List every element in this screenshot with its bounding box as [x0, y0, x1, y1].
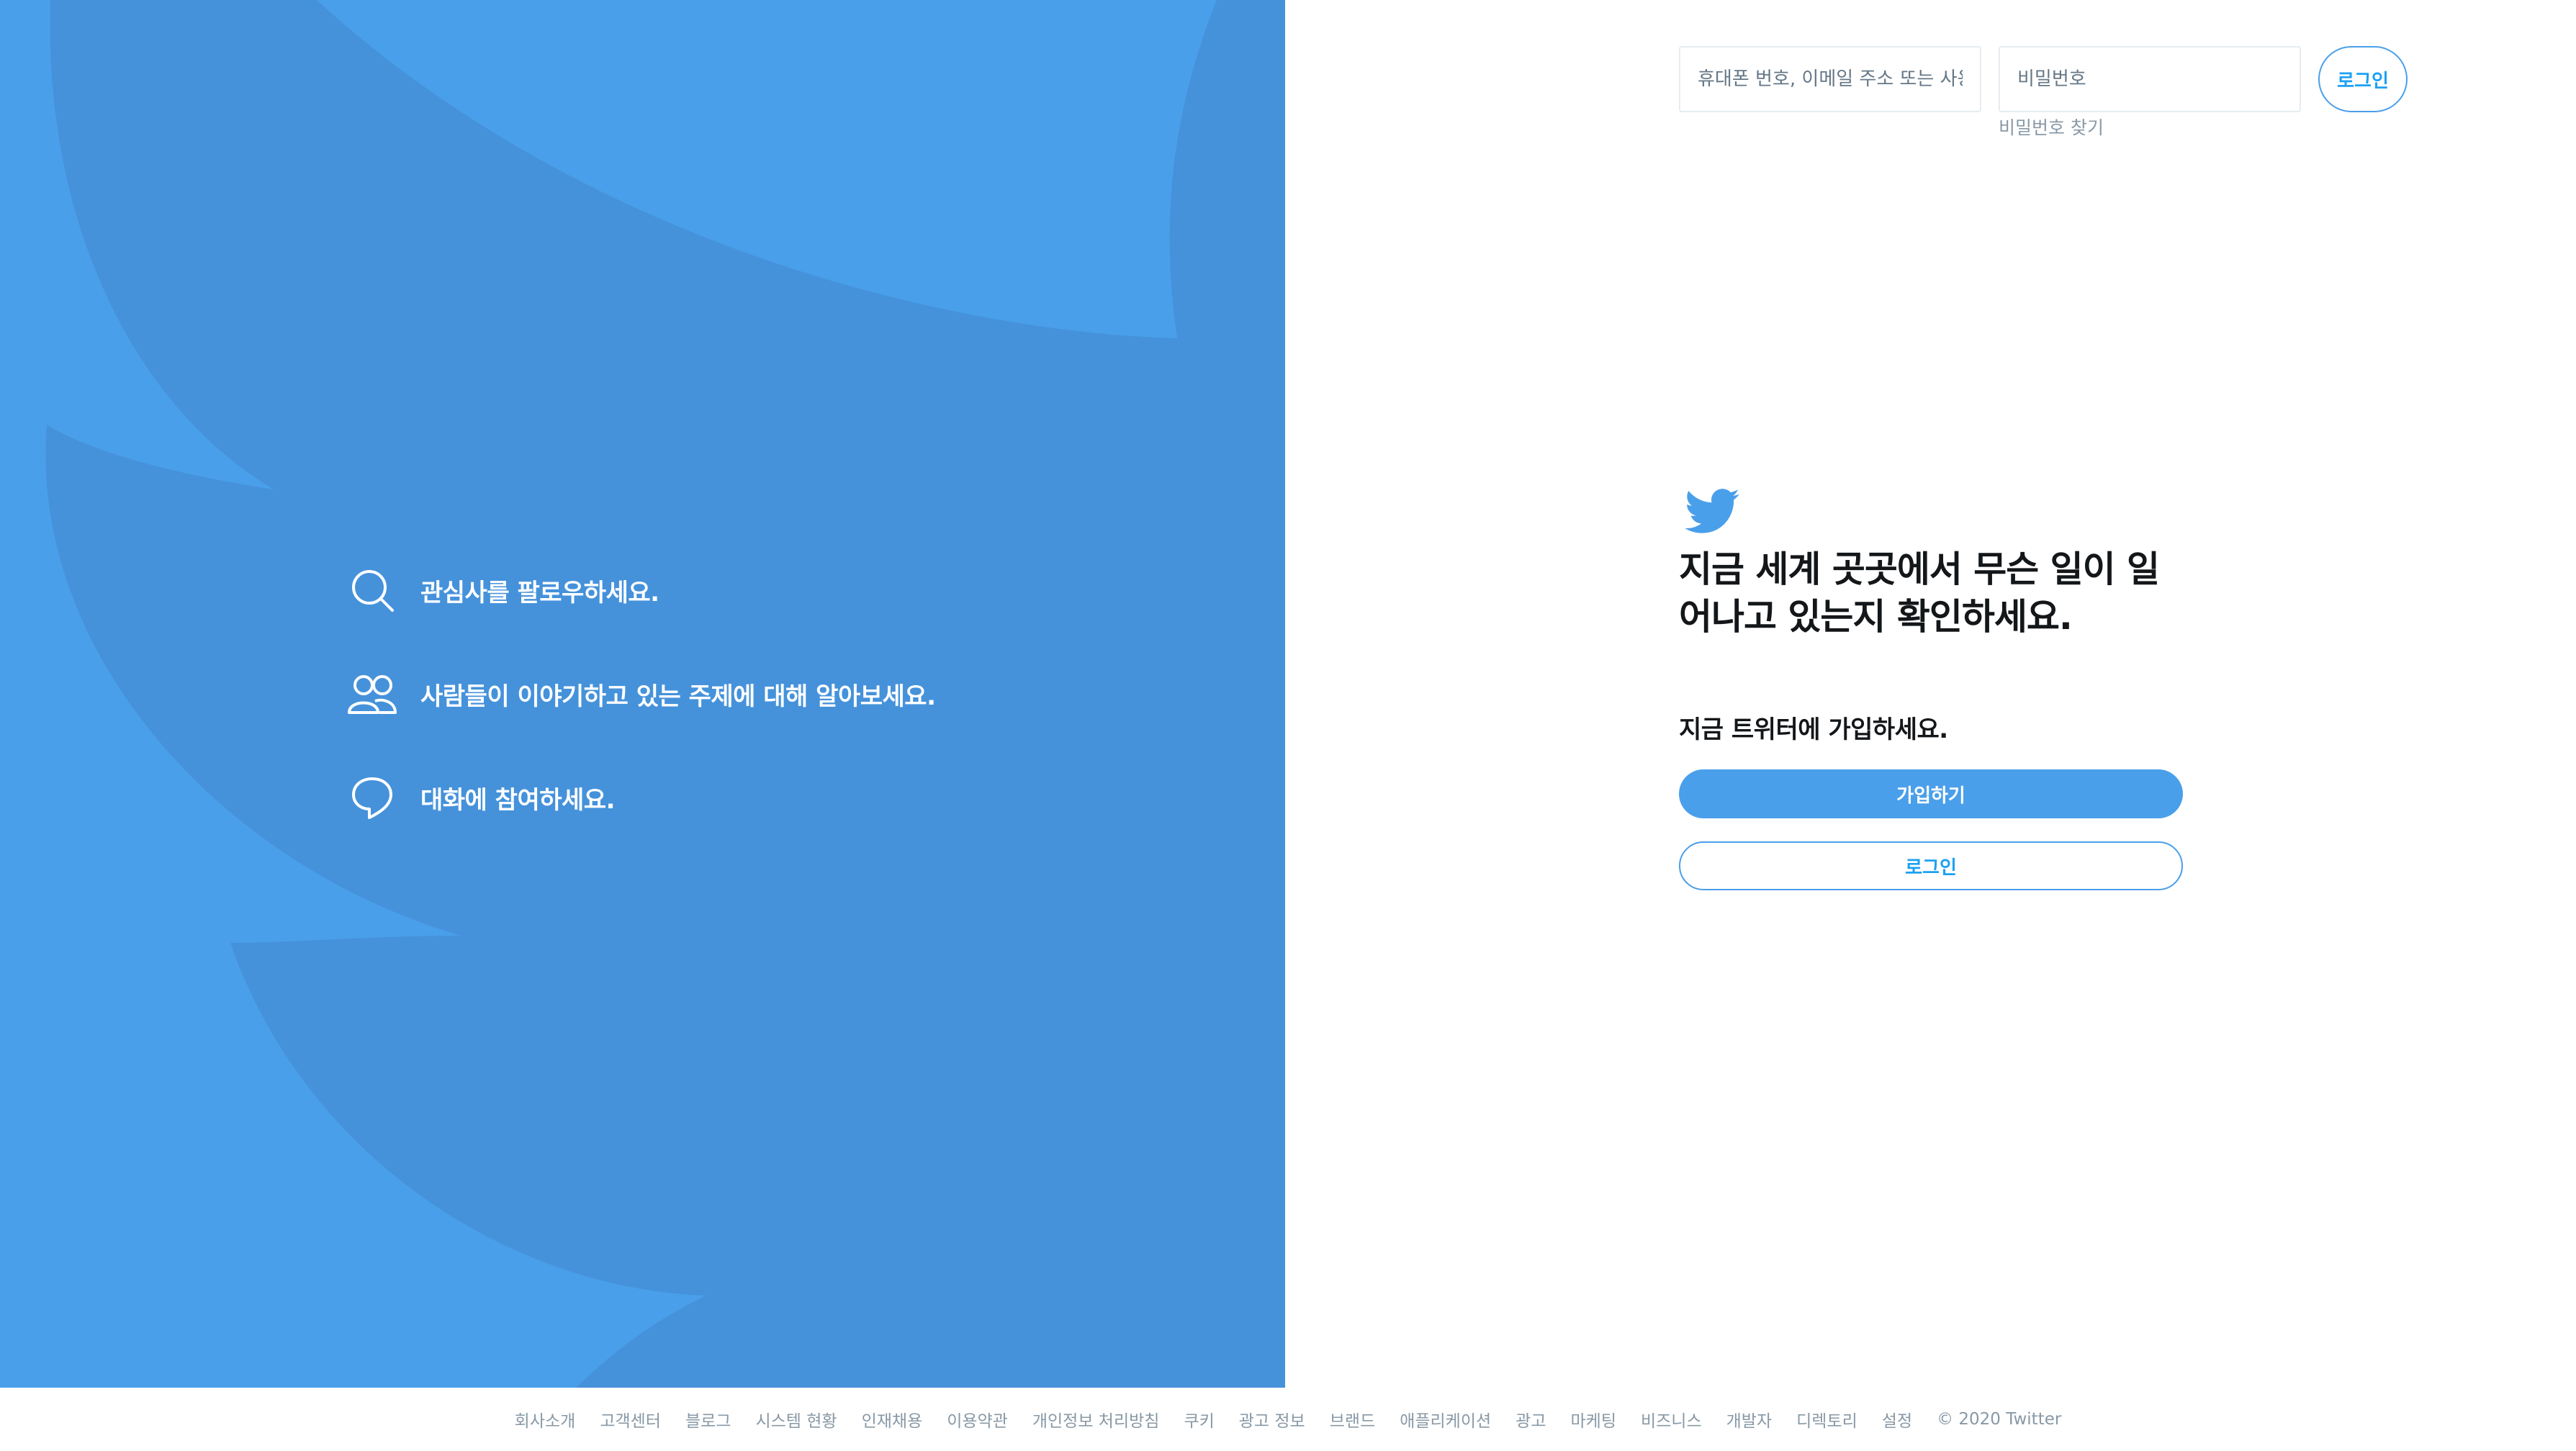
password-input[interactable] — [1999, 46, 2301, 112]
footer-link-marketing[interactable]: 마케팅 — [1571, 1407, 1616, 1432]
twitter-bird-icon — [1679, 482, 1744, 540]
search-icon — [346, 564, 399, 617]
footer-link-help-center[interactable]: 고객센터 — [600, 1407, 661, 1432]
footer-link-blog[interactable]: 블로그 — [685, 1407, 731, 1432]
footer-link-advertise[interactable]: 광고 — [1516, 1407, 1546, 1432]
footer: 회사소개 고객센터 블로그 시스템 현황 인재채용 이용약관 개인정보 처리방침… — [0, 1388, 2576, 1451]
footer-link-settings[interactable]: 설정 — [1882, 1407, 1912, 1432]
footer-link-privacy[interactable]: 개인정보 처리방침 — [1032, 1407, 1160, 1432]
username-field-wrap — [1679, 46, 1981, 112]
signup-button[interactable]: 가입하기 — [1679, 769, 2183, 818]
footer-link-ads-info[interactable]: 광고 정보 — [1239, 1407, 1305, 1432]
password-field-wrap: 비밀번호 찾기 — [1999, 46, 2301, 138]
footer-link-cookies[interactable]: 쿠키 — [1184, 1407, 1214, 1432]
feature-label: 사람들이 이야기하고 있는 주제에 대해 알아보세요. — [420, 682, 936, 711]
feature-label: 관심사를 팔로우하세요. — [420, 578, 659, 607]
footer-link-about[interactable]: 회사소개 — [515, 1407, 576, 1432]
footer-link-brand[interactable]: 브랜드 — [1330, 1407, 1375, 1432]
chat-bubble-icon — [346, 771, 399, 824]
signup-subheading: 지금 트위터에 가입하세요. — [1679, 715, 1948, 744]
right-panel: 비밀번호 찾기 로그인 지금 세계 곳곳에서 무슨 일이 일어나고 있는지 확인… — [1285, 0, 2576, 1388]
headline: 지금 세계 곳곳에서 무슨 일이 일어나고 있는지 확인하세요. — [1679, 548, 2160, 638]
feature-list: 관심사를 팔로우하세요. 사람들이 이야기하고 있는 주제에 대해 알아보세요. — [346, 561, 936, 872]
feature-item-conversation: 대화에 참여하세요. — [346, 769, 935, 826]
footer-link-jobs[interactable]: 인재채용 — [862, 1407, 923, 1432]
footer-link-directory[interactable]: 디렉토리 — [1796, 1407, 1857, 1432]
login-form: 비밀번호 찾기 로그인 — [1679, 46, 2408, 138]
header-login-button[interactable]: 로그인 — [2318, 46, 2408, 112]
footer-link-business[interactable]: 비즈니스 — [1641, 1407, 1702, 1432]
main-block: 지금 세계 곳곳에서 무슨 일이 일어나고 있는지 확인하세요. 지금 트위터에… — [1679, 482, 2226, 890]
left-panel: 관심사를 팔로우하세요. 사람들이 이야기하고 있는 주제에 대해 알아보세요. — [0, 0, 1285, 1388]
page: 관심사를 팔로우하세요. 사람들이 이야기하고 있는 주제에 대해 알아보세요. — [0, 0, 2576, 1451]
forgot-password-link[interactable]: 비밀번호 찾기 — [1999, 114, 2104, 140]
feature-label: 대화에 참여하세요. — [420, 785, 616, 815]
footer-link-developers[interactable]: 개발자 — [1726, 1407, 1772, 1432]
footer-link-terms[interactable]: 이용약관 — [947, 1407, 1008, 1432]
feature-item-follow: 관심사를 팔로우하세요. — [346, 561, 935, 619]
username-input[interactable] — [1679, 46, 1981, 112]
footer-link-status[interactable]: 시스템 현황 — [755, 1407, 837, 1432]
footer-link-apps[interactable]: 애플리케이션 — [1400, 1407, 1491, 1432]
copyright: © 2020 Twitter — [1937, 1410, 2062, 1429]
login-button[interactable]: 로그인 — [1679, 841, 2183, 890]
people-icon — [346, 667, 399, 720]
feature-item-topics: 사람들이 이야기하고 있는 주제에 대해 알아보세요. — [346, 665, 936, 723]
